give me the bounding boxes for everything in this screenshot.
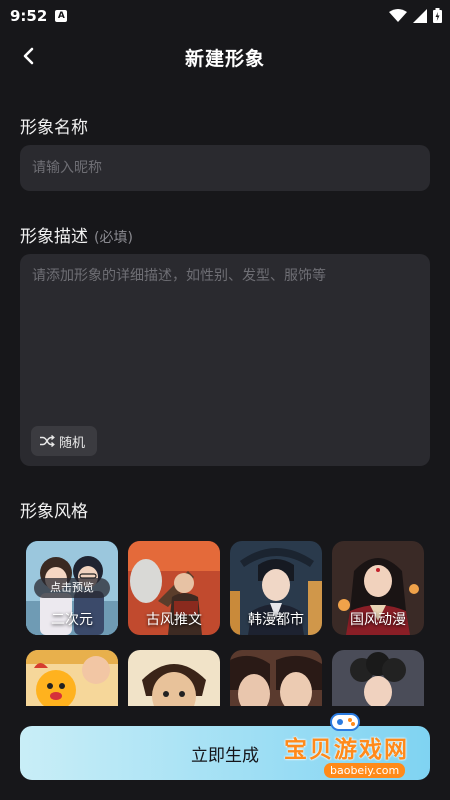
style-grid: 点击预览 二次元 古风推文 韩漫都市 国风动漫 — [24, 540, 428, 706]
random-label: 随机 — [59, 435, 86, 451]
couple-faces-art — [230, 650, 322, 706]
style-card-chinese-anime[interactable]: 国风动漫 — [332, 541, 424, 635]
wifi-icon — [389, 8, 407, 22]
status-icons — [389, 8, 442, 23]
curly-hair-art — [332, 650, 424, 706]
style-label-text: 形象风格 — [20, 502, 88, 522]
watermark-logo: 宝贝游戏网 baobeiy.com — [278, 708, 448, 780]
style-label: 形象风格 — [20, 497, 88, 522]
generate-button-label: 立即生成 — [191, 745, 259, 766]
style-card-label: 国风动漫 — [350, 612, 406, 628]
style-card-anime[interactable]: 点击预览 二次元 — [26, 541, 118, 635]
gamepad-icon — [330, 713, 360, 731]
battery-icon — [433, 8, 442, 23]
status-bar: 9:52 A — [0, 0, 450, 32]
nickname-input[interactable] — [20, 145, 430, 191]
style-card-curly-hair[interactable] — [332, 650, 424, 706]
style-card-korean-city[interactable]: 韩漫都市 — [230, 541, 322, 635]
description-textarea[interactable] — [20, 254, 430, 414]
status-time: 9:52 — [10, 7, 48, 25]
style-card-label: 韩漫都市 — [248, 612, 304, 628]
signal-icon — [413, 8, 427, 23]
status-a-badge: A — [55, 10, 68, 22]
header: 新建形象 — [0, 36, 450, 78]
watermark-text: 宝贝游戏网 — [284, 737, 409, 763]
description-label: 形象描述 (必填) — [20, 222, 133, 247]
random-button[interactable]: 随机 — [31, 426, 97, 456]
description-box: 随机 — [20, 254, 430, 466]
watermark-url: baobeiy.com — [324, 763, 406, 778]
style-card-shonen-boy[interactable] — [128, 650, 220, 706]
style-card-cartoon-kids[interactable] — [26, 650, 118, 706]
style-card-label: 古风推文 — [146, 612, 202, 628]
style-card-label: 二次元 — [51, 612, 93, 628]
name-label: 形象名称 — [20, 113, 88, 138]
name-label-text: 形象名称 — [20, 118, 88, 138]
style-card-couple-faces[interactable] — [230, 650, 322, 706]
page-title: 新建形象 — [184, 48, 265, 70]
required-hint: (必填) — [94, 230, 133, 246]
style-card-ancient-story[interactable]: 古风推文 — [128, 541, 220, 635]
shonen-boy-art — [128, 650, 220, 706]
description-label-text: 形象描述 — [20, 227, 88, 247]
shuffle-icon — [40, 435, 55, 447]
cartoon-kids-art — [26, 650, 118, 706]
preview-pill[interactable]: 点击预览 — [34, 578, 110, 598]
